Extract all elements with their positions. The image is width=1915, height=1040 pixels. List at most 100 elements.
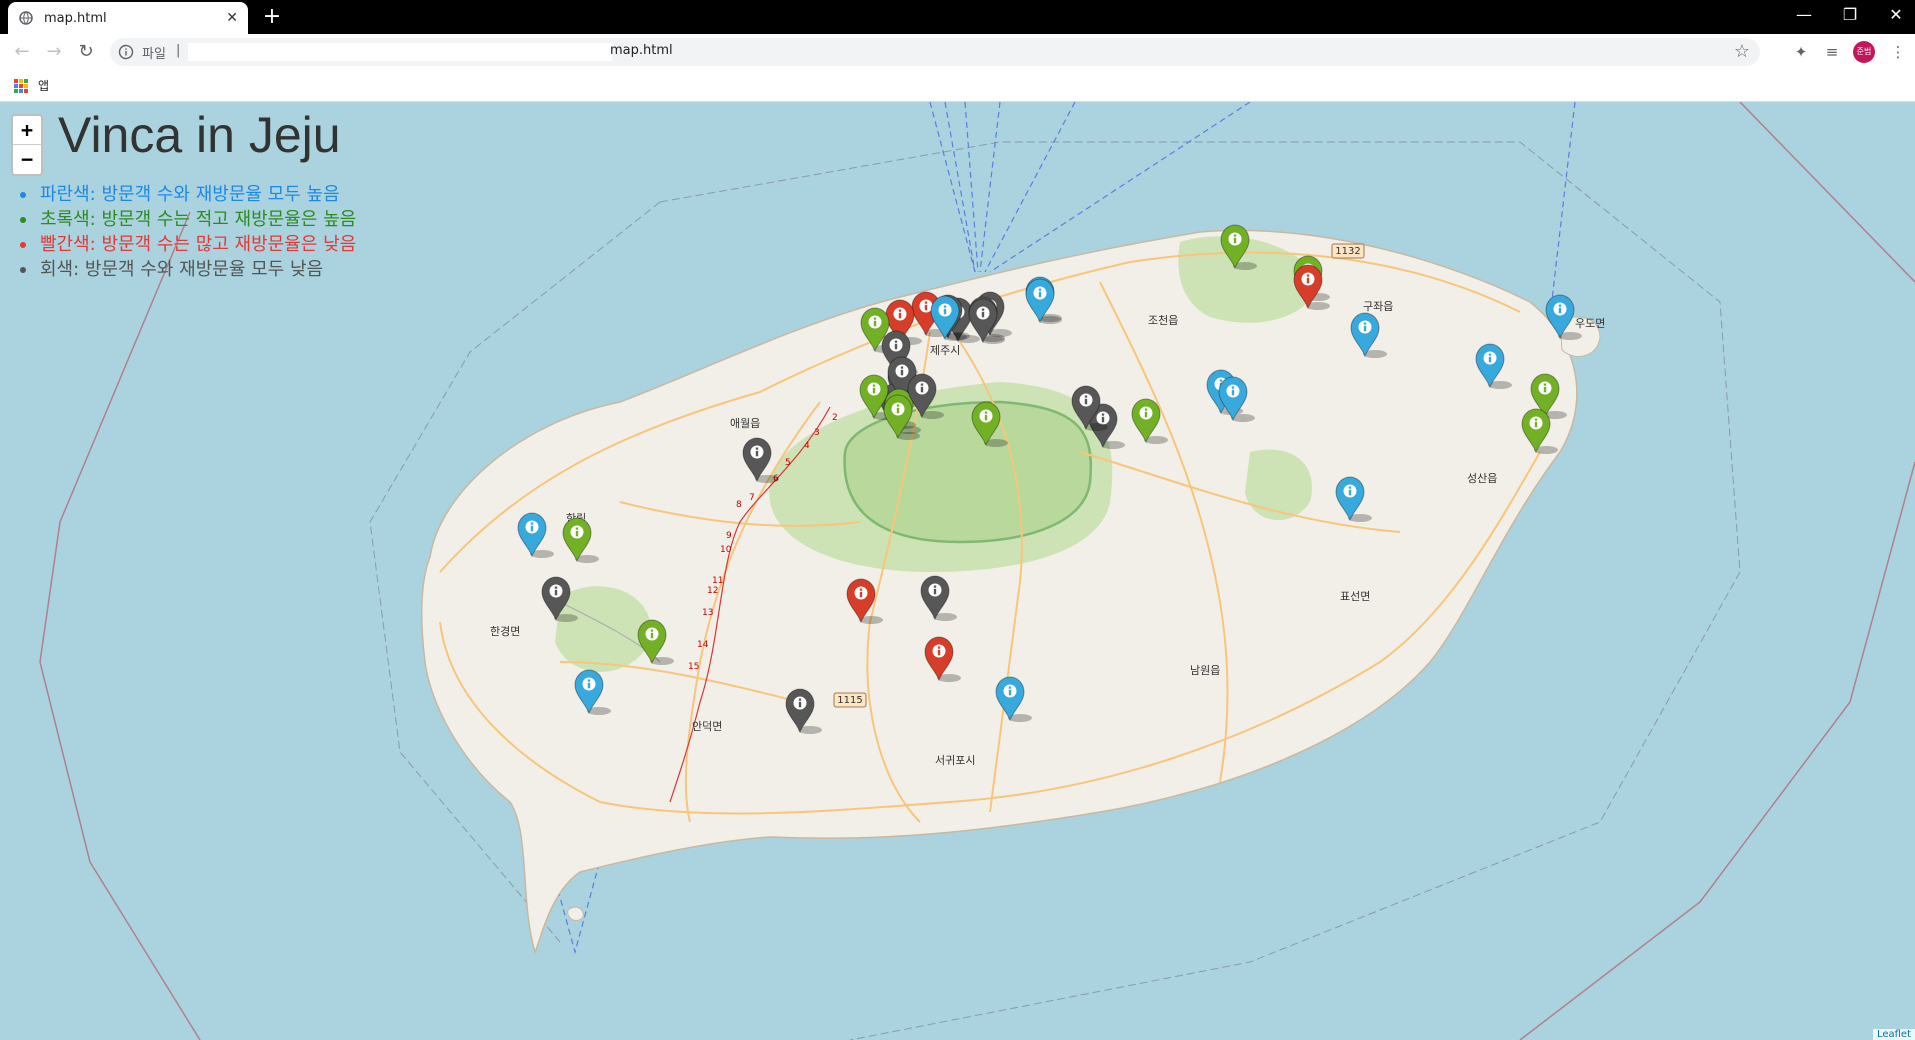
map-marker-blue[interactable] (1025, 278, 1062, 324)
info-icon-dot (1534, 418, 1538, 421)
address-separator: | (176, 43, 181, 58)
map-marker-blue[interactable] (1218, 376, 1255, 422)
place-label: 우도면 (1575, 317, 1605, 330)
info-icon-bar (1543, 386, 1547, 393)
info-icon-bar (937, 649, 941, 656)
map-marker-green[interactable] (971, 401, 1008, 447)
leaflet-map[interactable]: + − Vinca in Jeju 파란색: 방문객 수와 재방문율 모두 높음… (0, 102, 1915, 1040)
info-icon-bar (933, 588, 937, 595)
info-icon-dot (943, 305, 947, 308)
info-icon-dot (554, 586, 558, 589)
info-icon-dot (1348, 486, 1352, 489)
info-icon-dot (1543, 383, 1547, 386)
globe-icon (18, 10, 34, 26)
map-marker-gray[interactable] (541, 576, 578, 622)
tab-map-html[interactable]: map.html ✕ (8, 2, 248, 34)
address-scheme: 파일 (142, 47, 166, 62)
marker-pin (562, 517, 592, 563)
info-icon-bar (859, 591, 863, 598)
info-icon-dot (900, 366, 904, 369)
info-icon-dot (981, 308, 985, 311)
info-icon-bar (943, 308, 947, 315)
route-km-label: 2 (832, 413, 838, 423)
extensions-puzzle-icon[interactable]: ✦ (1790, 41, 1812, 63)
info-icon-bar (530, 525, 534, 532)
route-km-label: 12 (707, 586, 718, 596)
map-marker-gray[interactable] (742, 437, 779, 483)
new-tab-button[interactable]: + (258, 5, 286, 29)
marker-pin (541, 576, 571, 622)
route-km-label: 5 (785, 458, 791, 468)
close-window-icon[interactable]: ✕ (1873, 0, 1915, 30)
map-marker-blue[interactable] (517, 512, 554, 558)
map-marker-gray[interactable] (785, 688, 822, 734)
apps-grid-icon[interactable] (14, 79, 28, 93)
info-icon-bar (900, 369, 904, 376)
map-marker-gray[interactable] (907, 373, 944, 419)
map-marker-red[interactable] (1293, 264, 1330, 310)
marker-pin (1521, 408, 1551, 454)
reading-list-icon[interactable]: ≡ (1821, 41, 1843, 63)
info-icon-bar (1348, 489, 1352, 496)
map-marker-blue[interactable] (1475, 343, 1512, 389)
map-marker-blue[interactable] (574, 669, 611, 715)
info-icon-dot (937, 646, 941, 649)
info-icon-bar (1488, 356, 1492, 363)
place-label: 제주시 (930, 344, 960, 357)
forward-arrow-icon[interactable]: → (42, 40, 66, 64)
map-marker-blue[interactable] (1350, 312, 1387, 358)
info-icon-dot (1231, 386, 1235, 389)
info-icon-dot (1306, 274, 1310, 277)
restore-icon[interactable]: ❐ (1827, 0, 1873, 30)
browser-toolbar: ← → ↻ 파일 | map.html ☆ ✦ ≡ 준범 ⋮ (0, 34, 1915, 70)
map-marker-green[interactable] (637, 619, 674, 665)
route-km-label: 7 (749, 493, 755, 503)
marker-pin (1220, 224, 1250, 270)
info-icon-bar (984, 414, 988, 421)
back-arrow-icon[interactable]: ← (10, 40, 34, 64)
bookmark-star-icon[interactable]: ☆ (1734, 41, 1750, 62)
reload-icon[interactable]: ↻ (74, 40, 98, 64)
map-marker-green[interactable] (1220, 224, 1257, 270)
map-marker-red[interactable] (846, 578, 883, 624)
menu-kebab-icon[interactable]: ⋮ (1887, 41, 1909, 63)
place-label: 표선면 (1340, 590, 1370, 603)
info-icon-bar (755, 450, 759, 457)
route-km-label: 3 (814, 428, 820, 438)
minimize-icon[interactable]: — (1781, 0, 1827, 30)
map-marker-green[interactable] (1131, 398, 1168, 444)
info-icon-dot (650, 629, 654, 632)
route-km-label: 4 (804, 441, 810, 451)
info-icon[interactable] (118, 44, 134, 60)
marker-pin (517, 512, 547, 558)
address-url: map.html (610, 43, 673, 58)
info-icon-bar (798, 701, 802, 708)
close-tab-icon[interactable]: ✕ (226, 10, 238, 26)
road-shield: 1115 (833, 692, 867, 708)
info-icon-dot (924, 301, 928, 304)
info-icon-dot (1084, 395, 1088, 398)
map-marker-blue[interactable] (1335, 476, 1372, 522)
profile-avatar[interactable]: 준범 (1853, 41, 1875, 63)
map-marker-green[interactable] (562, 517, 599, 563)
road-shield: 1132 (1331, 243, 1365, 259)
marker-pin (924, 636, 954, 682)
info-icon-dot (1558, 304, 1562, 307)
info-icon-bar (872, 387, 876, 394)
info-icon-dot (933, 585, 937, 588)
marker-pin (1293, 264, 1323, 310)
map-marker-red[interactable] (924, 636, 961, 682)
info-icon-dot (1488, 353, 1492, 356)
map-marker-blue[interactable] (995, 676, 1032, 722)
info-icon-bar (1534, 421, 1538, 428)
info-icon-bar (1231, 389, 1235, 396)
place-label: 서귀포시 (935, 754, 975, 767)
bookmarks-bar: 앱 (0, 70, 1915, 102)
apps-bookmark-label[interactable]: 앱 (38, 77, 49, 94)
info-icon-bar (920, 386, 924, 393)
info-icon-bar (1363, 325, 1367, 332)
info-icon-dot (894, 340, 898, 343)
address-bar[interactable]: 파일 | map.html ☆ (110, 38, 1760, 66)
leaflet-attribution[interactable]: Leaflet (1872, 1029, 1915, 1040)
map-marker-gray[interactable] (920, 575, 957, 621)
